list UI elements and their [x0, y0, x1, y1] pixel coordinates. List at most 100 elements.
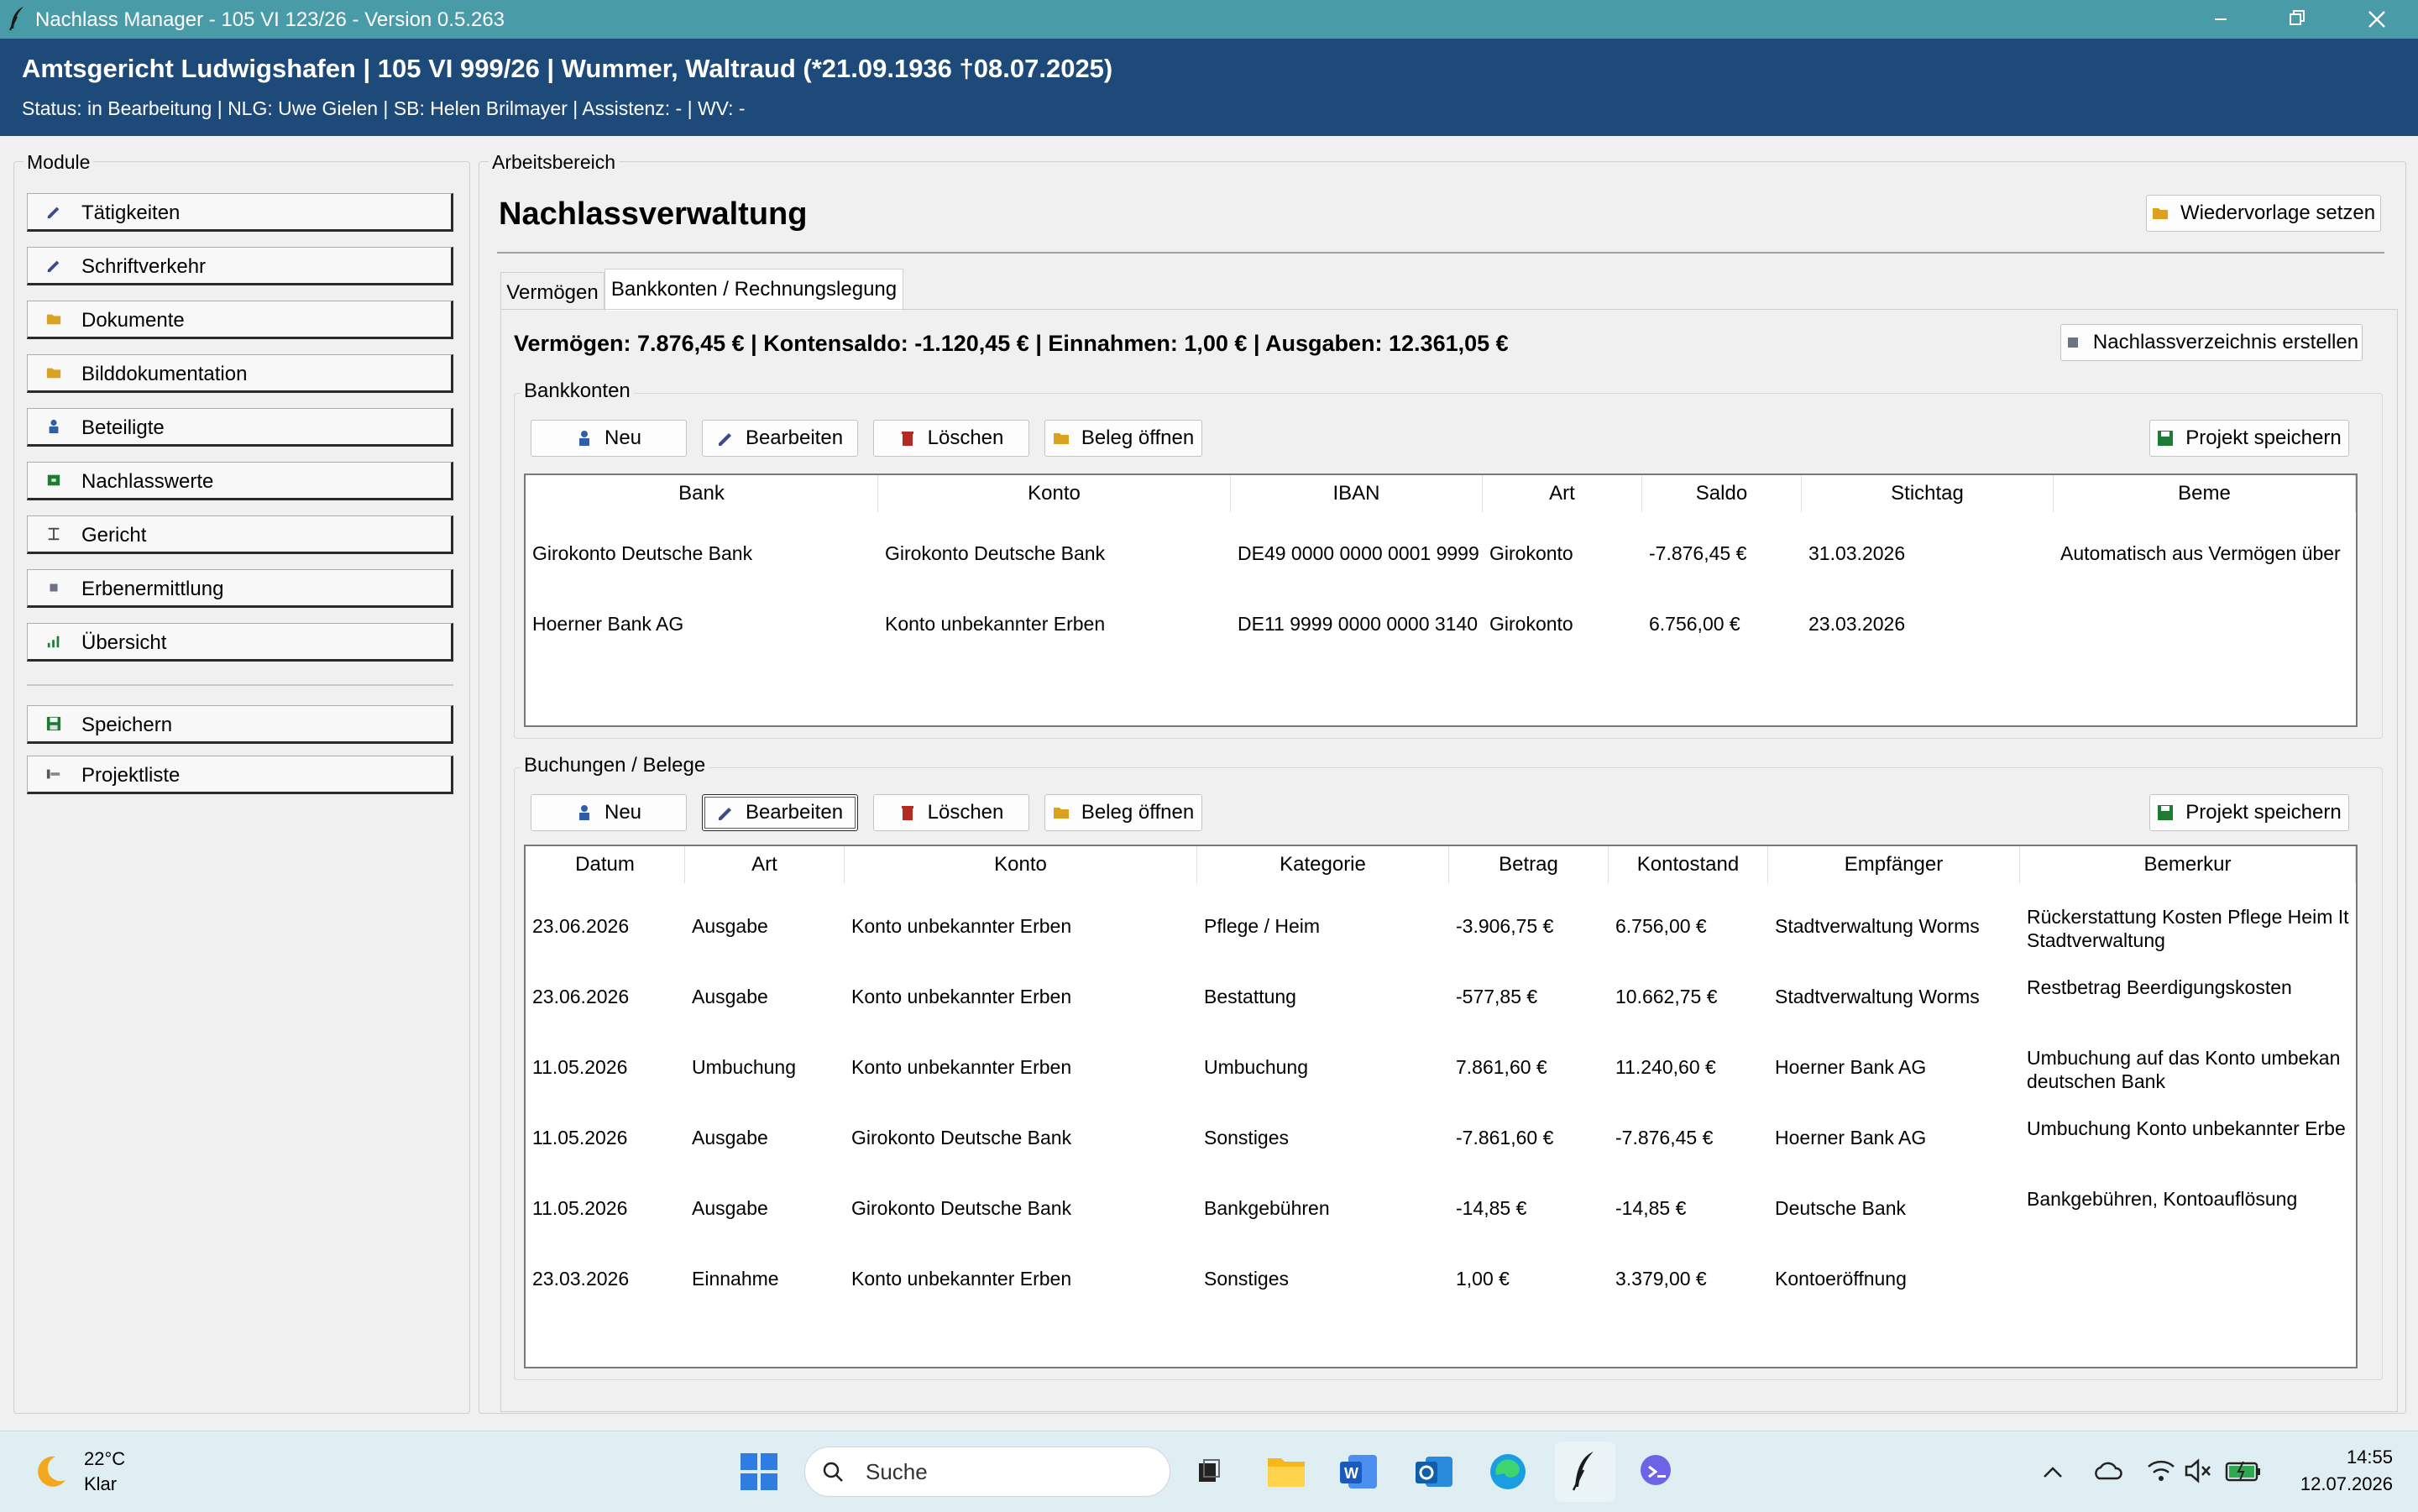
book-cell-betrag: 7.861,60 € [1456, 1056, 1547, 1078]
book-column-header[interactable]: Betrag [1449, 846, 1609, 883]
bank-column-header[interactable]: Stichtag [1802, 475, 2054, 512]
module-button-2[interactable]: Schriftverkehr [27, 247, 453, 285]
bank-cell-art: Girokonto [1489, 542, 1573, 564]
tab-vermoegen[interactable]: Vermögen [500, 272, 604, 309]
book-column-header[interactable]: Empfänger [1768, 846, 2020, 883]
people-icon [578, 431, 589, 446]
pencil-icon [47, 207, 60, 219]
chart-icon [47, 636, 60, 648]
book-cell-kontostand: 6.756,00 € [1615, 915, 1707, 937]
booking-delete-button[interactable]: Löschen [873, 794, 1029, 831]
book-column-header[interactable]: Kontostand [1609, 846, 1768, 883]
task-view-icon[interactable] [1187, 1450, 1231, 1494]
title-divider [497, 252, 2384, 254]
book-column-header[interactable]: Datum [526, 846, 685, 883]
taskbar-search-label: Suche [866, 1459, 928, 1484]
module-button-1[interactable]: Tätigkeiten [27, 193, 453, 232]
booking-new-button[interactable]: Neu [531, 794, 687, 831]
bank-column-header[interactable]: Bank [526, 475, 878, 512]
bank-open-receipt-button[interactable]: Beleg öffnen [1044, 420, 1202, 457]
floppy-disk-icon [2158, 431, 2174, 446]
remote-desktop-icon[interactable] [1634, 1450, 1677, 1494]
bankkonten-table[interactable]: Bank Konto IBAN Art Saldo Stichtag Beme Giroko… [524, 473, 2358, 727]
module-divider [27, 684, 453, 686]
speaker-muted-icon[interactable] [2183, 1457, 2213, 1485]
edge-browser-icon[interactable] [1486, 1450, 1530, 1494]
book-column-header[interactable]: Bemerkur [2020, 846, 2356, 883]
bank-column-header[interactable]: IBAN [1231, 475, 1483, 512]
restore-button[interactable] [2258, 0, 2334, 39]
bank-cell-konto: Girokonto Deutsche Bank [885, 542, 1106, 564]
svg-text:W: W [1344, 1465, 1358, 1482]
bank-save-project-button[interactable]: Projekt speichern [2149, 420, 2349, 457]
bank-column-header[interactable]: Beme [2054, 475, 2356, 512]
book-cell-konto: Konto unbekannter Erben [851, 915, 1072, 937]
bank-new-button[interactable]: Neu [531, 420, 687, 457]
battery-charging-icon[interactable] [2225, 1457, 2262, 1485]
cloud-icon[interactable] [2091, 1458, 2124, 1483]
taskbar-search-box[interactable]: Suche [804, 1447, 1170, 1497]
module-button-9[interactable]: Übersicht [27, 623, 453, 662]
bank-column-header[interactable]: Saldo [1642, 475, 1802, 512]
module-button-3[interactable]: Dokumente [27, 301, 453, 339]
court-icon [48, 527, 60, 541]
nachlassverzeichnis-button[interactable]: Nachlassverzeichnis erstellen [2060, 324, 2363, 361]
module-button-7[interactable]: Gericht [27, 515, 453, 554]
save-module-button[interactable]: Speichern [27, 705, 453, 744]
buchungen-table[interactable]: Datum Art Konto Kategorie Betrag Kontostand Em… [524, 845, 2358, 1368]
weather-temperature: 22°C [84, 1448, 126, 1469]
booking-delete-label: Löschen [927, 801, 1004, 824]
module-button-6[interactable]: Nachlasswerte [27, 462, 453, 500]
book-column-header[interactable]: Art [685, 846, 845, 883]
module-button-5[interactable]: Beteiligte [27, 408, 453, 447]
book-cell-betrag: -14,85 € [1456, 1197, 1527, 1219]
bank-edit-button[interactable]: Bearbeiten [702, 420, 858, 457]
book-cell-empf: Hoerner Bank AG [1775, 1056, 1927, 1078]
money-icon [47, 474, 60, 486]
module-button-4[interactable]: Bilddokumentation [27, 354, 453, 393]
minimize-button[interactable] [2183, 0, 2258, 39]
book-cell-betrag: 1,00 € [1456, 1268, 1510, 1290]
book-column-header[interactable]: Kategorie [1197, 846, 1449, 883]
bank-delete-button[interactable]: Löschen [873, 420, 1029, 457]
book-cell-bem: Umbuchung Konto unbekannter Erbe [2027, 1117, 2346, 1139]
book-cell-kategorie: Sonstiges [1204, 1268, 1290, 1290]
people-icon [49, 419, 59, 434]
book-cell-bem: Rückerstattung Kosten Pflege Heim It Sta… [2027, 906, 2349, 951]
module-button-8[interactable]: Erbenermittlung [27, 569, 453, 608]
wiedervorlage-button[interactable]: Wiedervorlage setzen [2146, 195, 2381, 232]
windows-start-icon[interactable] [739, 1452, 779, 1492]
chevron-up-icon[interactable] [2040, 1462, 2065, 1482]
list-icon [46, 769, 60, 779]
book-cell-kontostand: 10.662,75 € [1615, 986, 1718, 1007]
taskbar-date: 12.07.2026 [2300, 1473, 2393, 1494]
bank-column-header[interactable]: Konto [878, 475, 1231, 512]
file-explorer-icon[interactable] [1264, 1450, 1308, 1494]
book-cell-empf: Kontoeröffnung [1775, 1268, 1907, 1290]
outlook-icon[interactable] [1412, 1450, 1456, 1494]
taskbar: 22°C Klar Suche W 14:55 12.07.2026 [0, 1431, 2418, 1512]
booking-open-receipt-button[interactable]: Beleg öffnen [1044, 794, 1202, 831]
book-cell-kategorie: Sonstiges [1204, 1127, 1290, 1148]
tab-bankkonten[interactable]: Bankkonten / Rechnungslegung [604, 269, 903, 311]
projectlist-module-button[interactable]: Projektliste [27, 756, 453, 794]
booking-save-project-button[interactable]: Projekt speichern [2149, 794, 2349, 831]
bank-delete-label: Löschen [927, 426, 1004, 449]
booking-edit-button[interactable]: Bearbeiten [702, 794, 858, 831]
book-cell-kategorie: Bankgebühren [1204, 1197, 1330, 1219]
book-cell-konto: Konto unbekannter Erben [851, 986, 1072, 1007]
wifi-icon[interactable] [2146, 1457, 2176, 1485]
bank-column-header[interactable]: Art [1483, 475, 1642, 512]
word-icon[interactable]: W [1337, 1450, 1380, 1494]
bank-open-receipt-label: Beleg öffnen [1081, 426, 1195, 449]
close-button[interactable] [2339, 0, 2415, 39]
module-button-label: Erbenermittlung [81, 578, 224, 600]
book-cell-konto: Girokonto Deutsche Bank [851, 1197, 1072, 1219]
folder-icon [2152, 208, 2168, 219]
bank-cell-saldo: 6.756,00 € [1649, 613, 1740, 635]
save-module-label: Speichern [81, 714, 173, 736]
case-status: Status: in Bearbeitung | NLG: Uwe Gielen… [22, 97, 746, 119]
book-cell-kontostand: -7.876,45 € [1615, 1127, 1714, 1148]
book-column-header[interactable]: Konto [845, 846, 1197, 883]
nachlass-manager-taskbar-icon[interactable] [1555, 1441, 1615, 1502]
